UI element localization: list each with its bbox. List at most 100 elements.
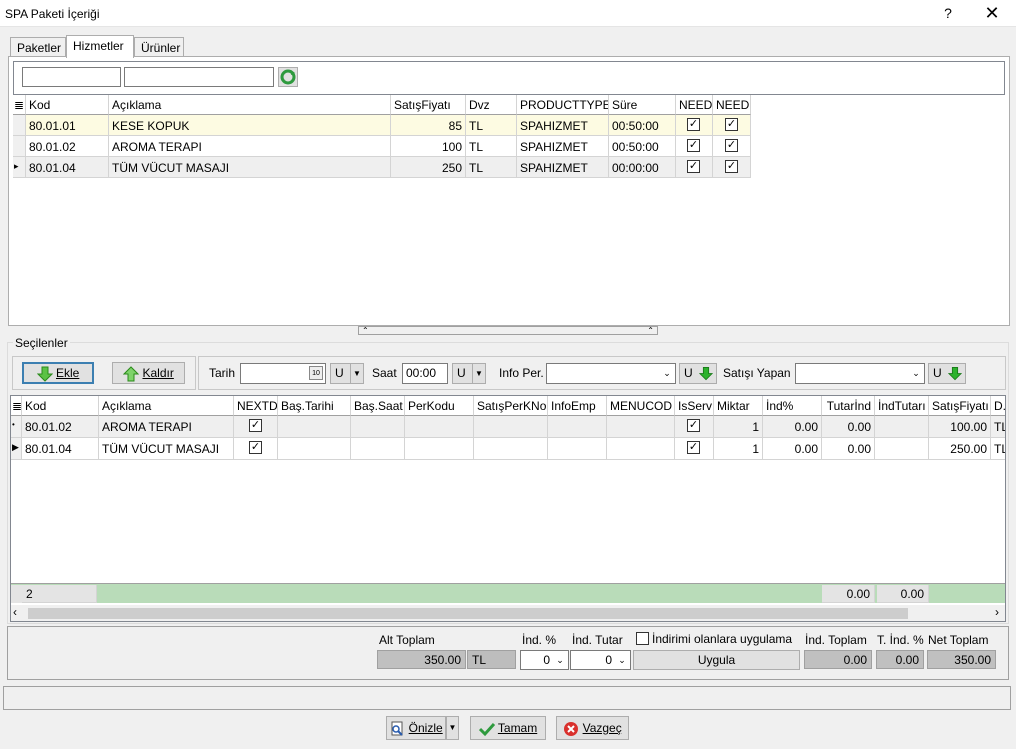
ind-pct-select[interactable]: 0 ⌄ xyxy=(520,650,569,670)
calendar-icon[interactable]: 10 xyxy=(309,366,323,380)
cell-ind-pct: 0.00 xyxy=(763,416,822,438)
col-bas-saat[interactable]: Baş.Saat xyxy=(351,396,405,416)
cell-fiyat: 250 xyxy=(391,157,466,178)
seller-select[interactable]: ⌄ xyxy=(795,363,925,384)
isserv-checkbox[interactable]: ✓ xyxy=(687,441,700,454)
tab-panel: ≣ Kod Açıklama SatışFiyatı Dvz PRODUCTTY… xyxy=(8,56,1010,326)
nextd-checkbox[interactable]: ✓ xyxy=(249,419,262,432)
need-checkbox[interactable]: ✓ xyxy=(725,160,738,173)
cell-sure: 00:50:00 xyxy=(609,115,676,136)
apply-button[interactable]: Uygula xyxy=(633,650,800,670)
caret-down-icon[interactable]: ▼ xyxy=(350,364,363,383)
cell-dvz: TL xyxy=(991,416,1005,438)
caret-down-icon[interactable]: ▼ xyxy=(472,364,485,383)
tab-hizmetler[interactable]: Hizmetler xyxy=(66,35,134,58)
alt-toplam-label: Alt Toplam xyxy=(379,633,435,647)
col-miktar[interactable]: Miktar xyxy=(714,396,763,416)
tab-urunler[interactable]: Ürünler xyxy=(134,37,184,57)
col-ind-pct[interactable]: İnd% xyxy=(763,396,822,416)
col-bas-tarihi[interactable]: Baş.Tarihi xyxy=(278,396,351,416)
date-u-button[interactable]: U ▼ xyxy=(330,363,364,384)
col-need-1[interactable]: NEED xyxy=(676,95,713,115)
arrow-down-icon xyxy=(699,366,713,381)
chevron-up-icon: ⌃ xyxy=(362,326,369,335)
horizontal-scrollbar[interactable]: ‹ › xyxy=(11,605,1005,621)
scroll-right-icon[interactable]: › xyxy=(995,605,999,619)
col-isserv[interactable]: IsServ xyxy=(675,396,714,416)
isserv-checkbox[interactable]: ✓ xyxy=(687,419,700,432)
need-checkbox[interactable]: ✓ xyxy=(687,160,700,173)
col-satis-fiyati[interactable]: SatışFiyatı xyxy=(929,396,991,416)
footer-tutarind: 0.00 xyxy=(822,585,875,603)
close-button[interactable]: ✕ xyxy=(978,2,1006,24)
preview-button[interactable]: Önizle xyxy=(386,716,446,740)
col-satis-fiyati[interactable]: SatışFiyatı xyxy=(391,95,466,115)
desc-filter-input[interactable] xyxy=(124,67,274,87)
seller-label: Satışı Yapan xyxy=(723,366,791,380)
cell-type: SPAHIZMET xyxy=(517,136,609,157)
cell-dvz: TL xyxy=(991,438,1005,460)
cell-tutarind: 0.00 xyxy=(822,438,875,460)
col-aciklama[interactable]: Açıklama xyxy=(109,95,391,115)
need-checkbox[interactable]: ✓ xyxy=(687,139,700,152)
cancel-icon xyxy=(564,721,579,736)
col-infoemp[interactable]: InfoEmp xyxy=(548,396,607,416)
ind-toplam-value: 0.00 xyxy=(804,650,872,669)
nextd-checkbox[interactable]: ✓ xyxy=(249,441,262,454)
time-label: Saat xyxy=(372,366,397,380)
preview-label: Önizle xyxy=(408,721,443,735)
code-filter-input[interactable] xyxy=(22,67,121,87)
col-kod[interactable]: Kod xyxy=(22,396,99,416)
col-aciklama[interactable]: Açıklama xyxy=(99,396,234,416)
ind-tutar-select[interactable]: 0 ⌄ xyxy=(570,650,631,670)
col-indtutari[interactable]: İndTutarı xyxy=(875,396,929,416)
ok-label: Tamam xyxy=(497,721,538,735)
cell-aciklama: TÜM VÜCUT MASAJI xyxy=(109,157,391,178)
time-field[interactable]: 00:00 xyxy=(402,363,448,384)
splitter-handle[interactable]: ⌃ ⌃ xyxy=(358,326,658,335)
need-checkbox[interactable]: ✓ xyxy=(725,118,738,131)
caret-down-icon: ▼ xyxy=(448,723,457,732)
alt-toplam-value: 350.00 xyxy=(377,650,466,669)
col-satisperkno[interactable]: SatışPerKNo xyxy=(474,396,548,416)
col-dvz[interactable]: Dvz xyxy=(466,95,517,115)
chevron-down-icon: ⌄ xyxy=(618,655,626,665)
add-button[interactable]: Ekle xyxy=(22,362,94,384)
cell-kod: 80.01.04 xyxy=(22,438,99,460)
cancel-button[interactable]: Vazgeç xyxy=(556,716,629,740)
cell-kod: 80.01.02 xyxy=(22,416,99,438)
col-kod[interactable]: Kod xyxy=(26,95,109,115)
col-need-2[interactable]: NEED xyxy=(713,95,751,115)
help-button[interactable]: ? xyxy=(936,3,960,23)
apply-discounted-checkbox[interactable] xyxy=(636,632,649,645)
col-nextd[interactable]: NEXTD xyxy=(234,396,278,416)
need-checkbox[interactable]: ✓ xyxy=(725,139,738,152)
scroll-left-icon[interactable]: ‹ xyxy=(13,605,17,619)
cell-type: SPAHIZMET xyxy=(517,157,609,178)
info-u-button[interactable]: U xyxy=(679,363,717,384)
chevron-up-icon: ⌃ xyxy=(647,326,654,335)
remove-button[interactable]: Kaldır xyxy=(112,362,185,384)
time-u-button[interactable]: U ▼ xyxy=(452,363,486,384)
info-per-select[interactable]: ⌄ xyxy=(546,363,676,384)
services-grid: ≣ Kod Açıklama SatışFiyatı Dvz PRODUCTTY… xyxy=(13,94,1005,321)
need-checkbox[interactable]: ✓ xyxy=(687,118,700,131)
col-sure[interactable]: Süre xyxy=(609,95,676,115)
tab-paketler[interactable]: Paketler xyxy=(10,37,66,57)
col-menucod[interactable]: MENUCOD xyxy=(607,396,675,416)
cell-ind-pct: 0.00 xyxy=(763,438,822,460)
scroll-thumb[interactable] xyxy=(28,608,908,619)
col-producttype[interactable]: PRODUCTTYPE xyxy=(517,95,609,115)
col-tutarind[interactable]: Tutarİnd xyxy=(822,396,875,416)
seller-u-label: U xyxy=(933,366,942,380)
seller-u-button[interactable]: U xyxy=(928,363,966,384)
col-perkodu[interactable]: PerKodu xyxy=(405,396,474,416)
refresh-button[interactable] xyxy=(278,67,298,87)
col-d[interactable]: D. xyxy=(991,396,1005,416)
arrow-down-icon xyxy=(948,366,962,381)
date-field[interactable]: 10 xyxy=(240,363,326,384)
preview-dropdown[interactable]: ▼ xyxy=(446,716,459,740)
cell-kod: 80.01.04 xyxy=(26,157,109,178)
ok-button[interactable]: Tamam xyxy=(470,716,546,740)
cell-aciklama: AROMA TERAPI xyxy=(99,416,234,438)
